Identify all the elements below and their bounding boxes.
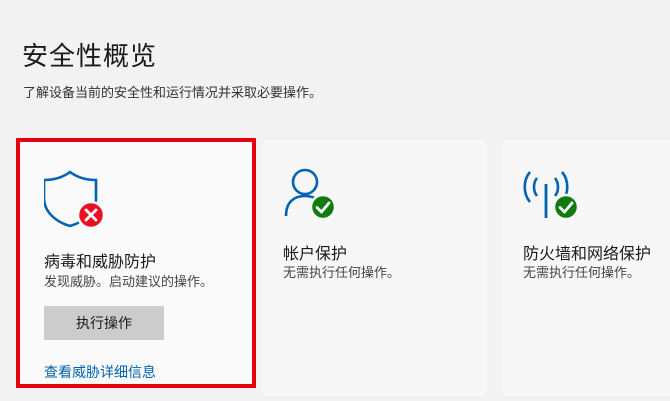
card-status: 无需执行任何操作。: [523, 266, 641, 281]
card-status: 发现威胁。启动建议的操作。: [44, 275, 214, 290]
page-title: 安全性概览: [22, 42, 158, 72]
ok-badge-icon: [309, 193, 337, 225]
page-description: 了解设备当前的安全性和运行情况并采取必要操作。: [23, 86, 323, 101]
card-firewall-network-protection[interactable]: 防火墙和网络保护 无需执行任何操作。: [502, 140, 670, 396]
card-virus-threat-protection[interactable]: 病毒和威胁防护 发现威胁。启动建议的操作。 执行操作 查看威胁详细信息: [16, 138, 256, 388]
card-title: 病毒和威胁防护: [44, 252, 157, 271]
card-account-protection[interactable]: 帐户保护 无需执行任何操作。: [262, 140, 487, 396]
take-action-button[interactable]: 执行操作: [44, 306, 164, 340]
ok-badge-icon: [552, 193, 580, 225]
card-status: 无需执行任何操作。: [283, 266, 401, 281]
error-badge-icon: [76, 200, 106, 234]
view-threat-details-link[interactable]: 查看威胁详细信息: [44, 362, 156, 382]
card-title: 防火墙和网络保护: [523, 244, 652, 263]
card-title: 帐户保护: [283, 244, 348, 263]
